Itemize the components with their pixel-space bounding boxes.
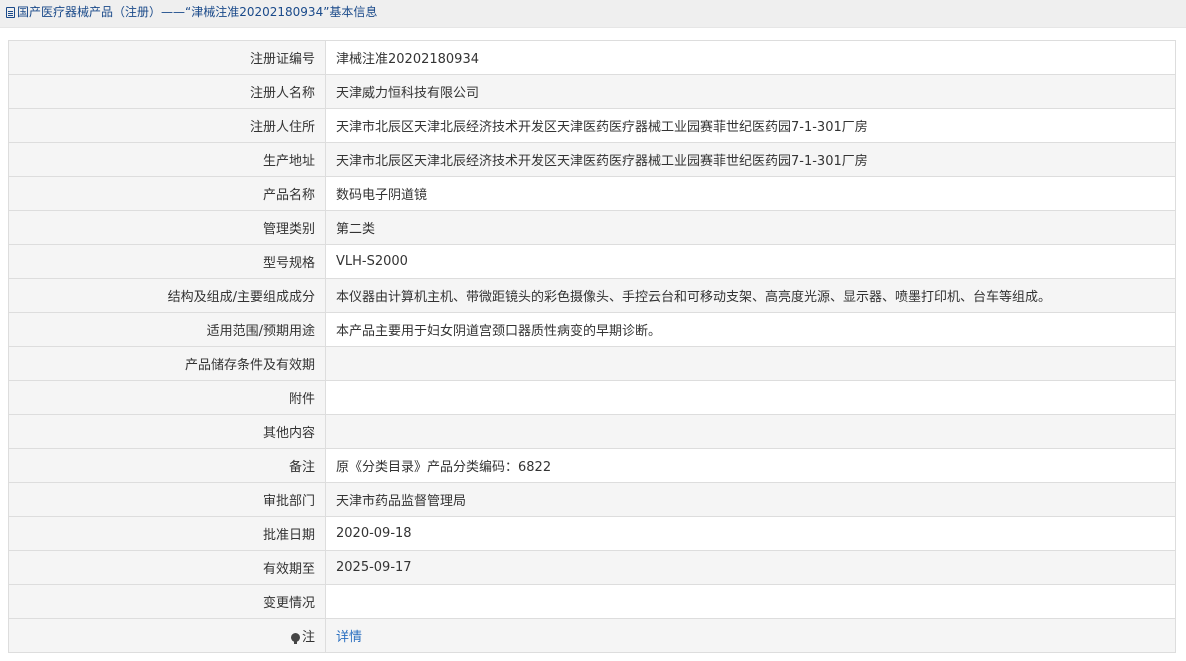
row-label: 审批部门 <box>8 482 326 517</box>
row-value <box>325 380 1176 415</box>
details-link[interactable]: 详情 <box>336 630 362 645</box>
row-label: 附件 <box>8 380 326 415</box>
row-label: 适用范围/预期用途 <box>8 312 326 347</box>
row-label: 变更情况 <box>8 584 326 619</box>
table-row: 有效期至 2025-09-17 <box>8 550 1176 585</box>
table-row: 注册人住所 天津市北辰区天津北辰经济技术开发区天津医药医疗器械工业园赛菲世纪医药… <box>8 108 1176 143</box>
table-row: 管理类别 第二类 <box>8 210 1176 245</box>
table-row: 结构及组成/主要组成成分 本仪器由计算机主机、带微距镜头的彩色摄像头、手控云台和… <box>8 278 1176 313</box>
row-value: 津械注准20202180934 <box>325 40 1176 75</box>
lightbulb-icon <box>290 633 300 644</box>
row-value: 数码电子阴道镜 <box>325 176 1176 211</box>
row-label: 生产地址 <box>8 142 326 177</box>
row-label: 备注 <box>8 448 326 483</box>
row-value: 2020-09-18 <box>325 516 1176 551</box>
row-value <box>325 414 1176 449</box>
row-value: 本仪器由计算机主机、带微距镜头的彩色摄像头、手控云台和可移动支架、高亮度光源、显… <box>325 278 1176 313</box>
table-row: 变更情况 <box>8 584 1176 619</box>
row-label: 产品名称 <box>8 176 326 211</box>
breadcrumb-text: 国产医疗器械产品（注册）——“津械注准20202180934”基本信息 <box>17 5 378 19</box>
row-value <box>325 584 1176 619</box>
row-label: 其他内容 <box>8 414 326 449</box>
table-row: 其他内容 <box>8 414 1176 449</box>
table-row: 产品名称 数码电子阴道镜 <box>8 176 1176 211</box>
row-label: 注册人住所 <box>8 108 326 143</box>
row-label: 注册人名称 <box>8 74 326 109</box>
info-table: 注册证编号 津械注准20202180934 注册人名称 天津威力恒科技有限公司 … <box>8 40 1176 653</box>
row-value <box>325 346 1176 381</box>
row-value: 第二类 <box>325 210 1176 245</box>
row-value: VLH-S2000 <box>325 244 1176 279</box>
row-label: 结构及组成/主要组成成分 <box>8 278 326 313</box>
table-row: 适用范围/预期用途 本产品主要用于妇女阴道宫颈口器质性病变的早期诊断。 <box>8 312 1176 347</box>
table-row: 备注 原《分类目录》产品分类编码：6822 <box>8 448 1176 483</box>
table-row: 注册证编号 津械注准20202180934 <box>8 40 1176 75</box>
table-row: 附件 <box>8 380 1176 415</box>
table-row: 批准日期 2020-09-18 <box>8 516 1176 551</box>
note-value-cell: 详情 <box>325 618 1176 653</box>
breadcrumb: 国产医疗器械产品（注册）——“津械注准20202180934”基本信息 <box>0 0 1186 28</box>
row-value: 天津市药品监督管理局 <box>325 482 1176 517</box>
row-label: 有效期至 <box>8 550 326 585</box>
row-value: 天津市北辰区天津北辰经济技术开发区天津医药医疗器械工业园赛菲世纪医药园7-1-3… <box>325 142 1176 177</box>
row-label: 批准日期 <box>8 516 326 551</box>
document-icon <box>6 7 15 18</box>
row-label: 产品储存条件及有效期 <box>8 346 326 381</box>
table-row: 生产地址 天津市北辰区天津北辰经济技术开发区天津医药医疗器械工业园赛菲世纪医药园… <box>8 142 1176 177</box>
row-label: 型号规格 <box>8 244 326 279</box>
row-value: 原《分类目录》产品分类编码：6822 <box>325 448 1176 483</box>
note-label: 注 <box>301 630 315 645</box>
row-label: 管理类别 <box>8 210 326 245</box>
row-value: 2025-09-17 <box>325 550 1176 585</box>
table-row: 产品储存条件及有效期 <box>8 346 1176 381</box>
table-row: 型号规格 VLH-S2000 <box>8 244 1176 279</box>
note-row: 注 详情 <box>8 618 1176 653</box>
row-value: 天津威力恒科技有限公司 <box>325 74 1176 109</box>
row-label: 注册证编号 <box>8 40 326 75</box>
table-row: 审批部门 天津市药品监督管理局 <box>8 482 1176 517</box>
row-value: 本产品主要用于妇女阴道宫颈口器质性病变的早期诊断。 <box>325 312 1176 347</box>
row-value: 天津市北辰区天津北辰经济技术开发区天津医药医疗器械工业园赛菲世纪医药园7-1-3… <box>325 108 1176 143</box>
table-row: 注册人名称 天津威力恒科技有限公司 <box>8 74 1176 109</box>
note-label-cell: 注 <box>8 618 326 653</box>
